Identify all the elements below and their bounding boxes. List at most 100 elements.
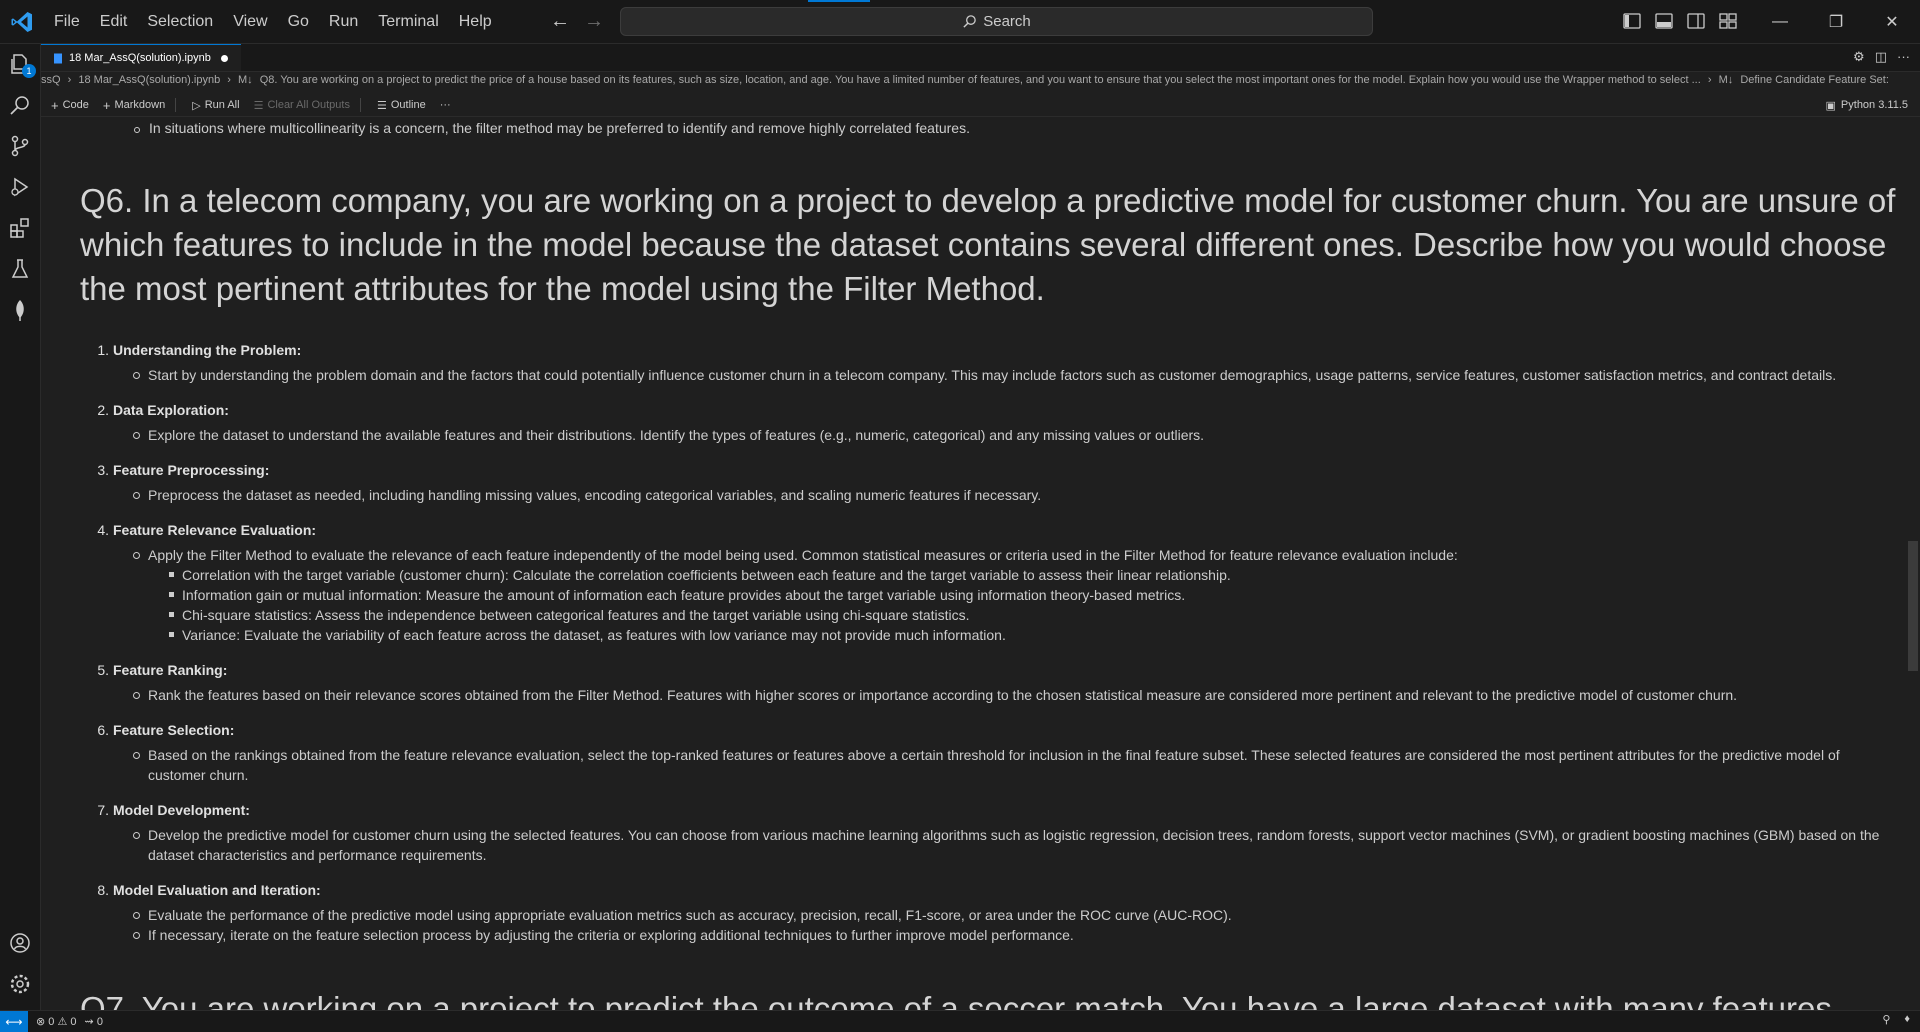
breadcrumb-cell[interactable]: Q8. You are working on a project to pred…	[260, 74, 1701, 86]
manage-gear-icon[interactable]	[8, 972, 32, 996]
breadcrumb-file[interactable]: 18 Mar_AssQ(solution).ipynb	[78, 74, 220, 86]
markdown-icon: M↓	[1718, 74, 1734, 86]
step-title: Model Development:	[113, 802, 250, 818]
menu-help[interactable]: Help	[459, 13, 492, 31]
breadcrumb-section[interactable]: Define Candidate Feature Set:	[1740, 74, 1889, 86]
menu-selection[interactable]: Selection	[147, 13, 213, 31]
activity-bar: 1	[0, 44, 41, 1010]
step-point: Start by understanding the problem domai…	[81, 365, 1901, 385]
editor-actions: ⚙ ◫ ···	[1853, 49, 1910, 65]
explorer-badge: 1	[22, 64, 36, 78]
command-center-search[interactable]: Search	[620, 7, 1373, 36]
step-subpoint: Variance: Evaluate the variability of ea…	[81, 625, 1901, 645]
menu-edit[interactable]: Edit	[100, 13, 128, 31]
vertical-scrollbar[interactable]	[1906, 117, 1920, 1010]
run-debug-icon[interactable]	[8, 175, 32, 199]
step-6: 6. Feature Selection: Based on the rankin…	[81, 715, 1901, 795]
add-code-label: Code	[62, 99, 89, 111]
run-all-button[interactable]: ▷ Run All	[192, 99, 239, 112]
notebook-editor[interactable]: In situations where multicollinearity is…	[41, 117, 1907, 1010]
search-icon[interactable]	[8, 93, 32, 117]
customize-layout-icon[interactable]	[1718, 11, 1738, 31]
step-title: Feature Selection:	[113, 722, 235, 738]
step-number: 5.	[97, 662, 109, 678]
ports-indicator[interactable]: ⇝ 0	[85, 1015, 103, 1028]
plus-icon: +	[51, 97, 59, 113]
toggle-panel-icon[interactable]	[1654, 11, 1674, 31]
testing-flask-icon[interactable]	[8, 257, 32, 281]
step-point: Preprocess the dataset as needed, includ…	[81, 485, 1901, 505]
chevron-right-icon: ›	[67, 74, 72, 86]
step-number: 8.	[97, 882, 109, 898]
extensions-icon[interactable]	[8, 216, 32, 240]
outline-button[interactable]: ☰ Outline	[377, 99, 426, 112]
steps-list: 1. Understanding the Problem: Start by un…	[81, 335, 1901, 945]
status-right: ⚲ ♦	[1882, 1013, 1910, 1026]
toggle-secondary-sidebar-icon[interactable]	[1686, 11, 1706, 31]
add-markdown-label: Markdown	[114, 99, 166, 111]
menu-terminal[interactable]: Terminal	[378, 13, 438, 31]
minimize-icon[interactable]: —	[1752, 0, 1808, 43]
scrollbar-thumb[interactable]	[1908, 541, 1918, 671]
zoom-icon[interactable]: ⚲	[1882, 1013, 1890, 1026]
step-number: 6.	[97, 722, 109, 738]
step-point: Rank the features based on their relevan…	[81, 685, 1901, 705]
step-point: If necessary, iterate on the feature sel…	[81, 925, 1901, 945]
unsaved-dot-icon[interactable]	[220, 54, 228, 62]
kernel-picker[interactable]: ▣ Python 3.11.5	[1826, 94, 1908, 116]
mongodb-leaf-icon[interactable]	[8, 298, 32, 322]
step-point: Apply the Filter Method to evaluate the …	[81, 545, 1901, 565]
q6-heading: Q6. In a telecom company, you are workin…	[80, 182, 1896, 307]
markdown-icon: M↓	[238, 74, 253, 86]
remote-indicator-icon[interactable]: ⟷	[0, 1011, 28, 1032]
add-markdown-cell-button[interactable]: + Markdown	[103, 98, 165, 113]
step-number: 3.	[97, 462, 109, 478]
clear-outputs-label: Clear All Outputs	[267, 99, 350, 111]
step-number: 4.	[97, 522, 109, 538]
toolbar-more-button[interactable]: ···	[440, 99, 451, 111]
back-arrow-icon[interactable]: ←	[550, 11, 570, 31]
settings-gear-icon[interactable]: ⚙	[1853, 49, 1865, 65]
close-icon[interactable]: ✕	[1864, 0, 1920, 43]
add-code-cell-button[interactable]: + Code	[51, 98, 89, 113]
forward-arrow-icon[interactable]: →	[584, 11, 604, 31]
menu-file[interactable]: File	[54, 13, 80, 31]
window-controls: — ❐ ✕	[1752, 0, 1920, 43]
step-5: 5. Feature Ranking: Rank the features bas…	[81, 655, 1901, 715]
step-point: Evaluate the performance of the predicti…	[81, 905, 1901, 925]
step-7: 7. Model Development: Develop the predict…	[81, 795, 1901, 875]
menu-run[interactable]: Run	[329, 13, 358, 31]
step-title: Feature Relevance Evaluation:	[113, 522, 317, 538]
problems-indicator[interactable]: ⊗ 0 ⚠ 0	[36, 1015, 77, 1028]
notifications-bell-icon[interactable]: ♦	[1904, 1013, 1910, 1026]
play-icon: ▷	[192, 99, 201, 112]
step-point: Explore the dataset to understand the av…	[81, 425, 1901, 445]
tab-title: 18 Mar_AssQ(solution).ipynb	[69, 52, 211, 64]
clear-all-outputs-button[interactable]: ☰ Clear All Outputs	[254, 99, 350, 112]
more-actions-icon[interactable]: ···	[1897, 49, 1910, 65]
q7-heading-partial: Q7. You are working on a project to pred…	[80, 990, 1832, 1010]
step-title: Model Evaluation and Iteration:	[113, 882, 321, 898]
step-2: 2. Data Exploration: Explore the dataset …	[81, 395, 1901, 455]
accounts-icon[interactable]	[8, 931, 32, 955]
step-number: 7.	[97, 802, 109, 818]
breadcrumb-root[interactable]: ssQ	[41, 74, 61, 86]
split-editor-icon[interactable]: ◫	[1875, 49, 1887, 65]
step-number: 1.	[97, 342, 109, 358]
menu-go[interactable]: Go	[288, 13, 309, 31]
vscode-logo-icon[interactable]	[10, 10, 34, 34]
navigation-arrows: ← →	[550, 11, 604, 31]
notebook-toolbar: + Code + Markdown ▷ Run All ☰ Clear All Outp…	[41, 94, 1920, 117]
list-bullet	[134, 127, 140, 133]
tab-notebook[interactable]: 18 Mar_AssQ(solution).ipynb	[41, 44, 241, 71]
toolbar-separator	[175, 98, 177, 112]
step-4: 4. Feature Relevance Evaluation: Apply th…	[81, 515, 1901, 655]
title-bar: File Edit Selection View Go Run Terminal…	[0, 0, 1920, 44]
menu-view[interactable]: View	[233, 13, 267, 31]
source-control-icon[interactable]	[8, 134, 32, 158]
step-point: Based on the rankings obtained from the …	[81, 745, 1901, 785]
ports-icon: ⇝	[84, 1016, 94, 1028]
restore-icon[interactable]: ❐	[1808, 0, 1864, 43]
step-subpoint: Chi-square statistics: Assess the indepe…	[81, 605, 1901, 625]
toggle-primary-sidebar-icon[interactable]	[1622, 11, 1642, 31]
